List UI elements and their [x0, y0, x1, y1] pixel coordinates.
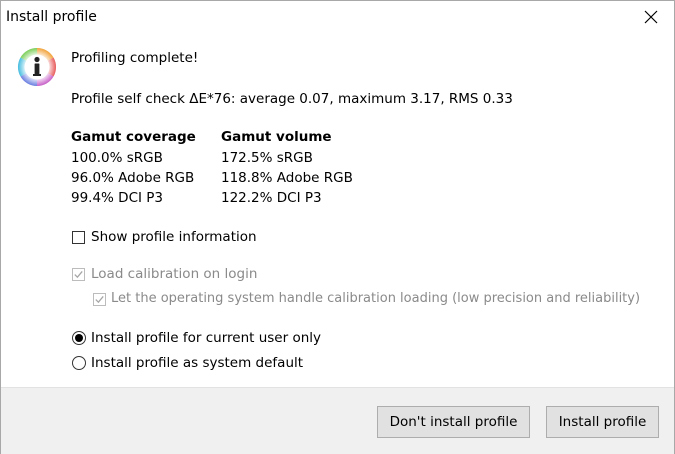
dont-install-button[interactable]: Don't install profile — [377, 406, 530, 438]
gamut-volume-srgb: 172.5% sRGB — [221, 150, 313, 166]
gamut-volume-header: Gamut volume — [221, 129, 332, 145]
install-system-default-label[interactable]: Install profile as system default — [91, 355, 303, 371]
button-bar: Don't install profile Install profile — [1, 387, 674, 454]
info-icon — [17, 47, 57, 87]
show-profile-info-checkbox[interactable] — [72, 231, 85, 244]
close-icon — [644, 10, 658, 24]
install-system-default-radio[interactable] — [72, 356, 86, 370]
os-handle-calibration-checkbox[interactable] — [93, 293, 106, 306]
self-check-text: Profile self check ΔE*76: average 0.07, … — [71, 91, 513, 107]
gamut-volume-dci-p3: 122.2% DCI P3 — [221, 190, 322, 206]
completion-heading: Profiling complete! — [71, 50, 199, 66]
show-profile-info-label[interactable]: Show profile information — [91, 229, 257, 245]
close-button[interactable] — [628, 1, 674, 33]
gamut-coverage-adobe-rgb: 96.0% Adobe RGB — [71, 170, 195, 186]
checkmark-icon — [74, 270, 83, 279]
gamut-volume-adobe-rgb: 118.8% Adobe RGB — [221, 170, 353, 186]
install-profile-button[interactable]: Install profile — [546, 406, 659, 438]
gamut-coverage-dci-p3: 99.4% DCI P3 — [71, 190, 164, 206]
window-title: Install profile — [6, 9, 97, 25]
radio-selected-dot — [75, 334, 83, 342]
os-handle-calibration-label[interactable]: Let the operating system handle calibrat… — [111, 291, 640, 306]
title-bar: Install profile — [1, 1, 674, 33]
install-current-user-radio[interactable] — [72, 331, 86, 345]
gamut-coverage-srgb: 100.0% sRGB — [71, 150, 163, 166]
install-current-user-label[interactable]: Install profile for current user only — [91, 330, 321, 346]
install-profile-dialog: Install profile Profiling complete! Prof… — [0, 0, 675, 454]
load-calibration-checkbox[interactable] — [72, 268, 85, 281]
checkmark-icon — [95, 295, 104, 304]
load-calibration-label[interactable]: Load calibration on login — [91, 266, 257, 282]
gamut-coverage-header: Gamut coverage — [71, 129, 196, 145]
